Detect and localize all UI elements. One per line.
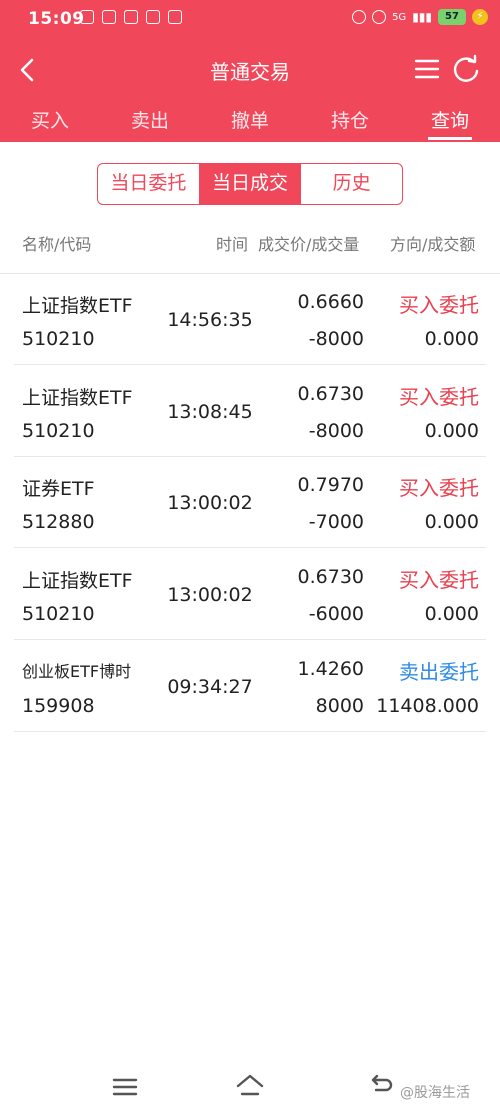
network-label: 5G [392, 11, 407, 23]
tab-cancel[interactable]: 撤单 [200, 106, 300, 133]
trade-direction: 卖出委托 [399, 660, 479, 684]
notification-icon [80, 10, 94, 24]
system-back-button[interactable] [368, 1073, 394, 1099]
battery-icon: 57 [438, 9, 466, 25]
stock-code: 510210 [22, 603, 95, 625]
table-row[interactable]: 上证指数ETF 510210 14:56:35 0.6660 -8000 买入委… [0, 273, 500, 365]
trade-quantity: -7000 [308, 511, 364, 533]
charging-icon: ⚡ [472, 9, 488, 25]
trade-amount: 0.000 [424, 511, 479, 533]
recent-apps-button[interactable] [112, 1076, 138, 1098]
trade-price: 1.4260 [297, 658, 364, 680]
trade-direction: 买入委托 [399, 568, 479, 592]
menu-button[interactable] [412, 54, 442, 84]
status-right: 5G ▮▮▮ 57 ⚡ [352, 9, 488, 25]
nav-bar: 普通交易 [0, 48, 500, 92]
mute-icon [372, 10, 387, 24]
trade-price: 0.6730 [297, 566, 364, 588]
trade-price: 0.6730 [297, 383, 364, 405]
query-segment-control: 当日委托 当日成交 历史 [97, 163, 403, 205]
trade-quantity: -6000 [308, 603, 364, 625]
home-button[interactable] [235, 1072, 265, 1100]
status-time: 15:09 [28, 9, 85, 29]
tab-sell[interactable]: 卖出 [100, 106, 200, 133]
trade-price: 0.6660 [297, 291, 364, 313]
trade-direction: 买入委托 [399, 476, 479, 500]
segment-today-orders[interactable]: 当日委托 [98, 164, 200, 204]
notification-icon [168, 10, 182, 24]
table-row[interactable]: 创业板ETF博时 159908 09:34:27 1.4260 8000 卖出委… [0, 640, 500, 732]
trade-quantity: -8000 [308, 420, 364, 442]
stock-code: 159908 [22, 695, 95, 717]
notification-icon [146, 10, 160, 24]
notification-icons [80, 10, 182, 24]
hamburger-icon [414, 59, 440, 79]
trade-time: 14:56:35 [167, 309, 253, 331]
col-time: 时间 [216, 235, 249, 254]
trade-price: 0.7970 [297, 474, 364, 496]
stock-name: 上证指数ETF [22, 387, 133, 409]
segment-today-trades[interactable]: 当日成交 [199, 164, 302, 204]
refresh-icon [453, 54, 479, 82]
trade-time: 13:00:02 [167, 584, 253, 606]
col-price-qty: 成交价/成交量 [258, 235, 360, 254]
menu-icon [112, 1078, 138, 1096]
trade-amount: 0.000 [424, 328, 479, 350]
refresh-button[interactable] [450, 54, 482, 84]
tab-query[interactable]: 查询 [400, 106, 500, 133]
status-bar: 15:09 5G ▮▮▮ 57 ⚡ [0, 0, 500, 40]
alarm-icon [352, 10, 367, 24]
trade-direction: 买入委托 [399, 385, 479, 409]
notification-icon [124, 10, 138, 24]
stock-code: 510210 [22, 328, 95, 350]
stock-code: 512880 [22, 511, 95, 533]
table-row[interactable]: 上证指数ETF 510210 13:08:45 0.6730 -8000 买入委… [0, 365, 500, 457]
segment-history[interactable]: 历史 [301, 164, 402, 204]
active-tab-indicator [428, 137, 472, 140]
trade-time: 09:34:27 [167, 676, 253, 698]
stock-name: 上证指数ETF [22, 295, 133, 317]
trade-time: 13:00:02 [167, 492, 253, 514]
system-nav-bar: @股海生活 [0, 1062, 500, 1115]
trade-amount: 11408.000 [376, 695, 479, 717]
tab-positions[interactable]: 持仓 [300, 106, 400, 133]
trade-quantity: -8000 [308, 328, 364, 350]
col-direction-amount: 方向/成交额 [390, 235, 476, 254]
table-row[interactable]: 上证指数ETF 510210 13:00:02 0.6730 -6000 买入委… [0, 548, 500, 640]
table-row[interactable]: 证券ETF 512880 13:00:02 0.7970 -7000 买入委托 … [0, 456, 500, 548]
trade-amount: 0.000 [424, 420, 479, 442]
trade-direction: 买入委托 [399, 293, 479, 317]
return-icon [371, 1074, 393, 1092]
app-header: 15:09 5G ▮▮▮ 57 ⚡ 普通交易 买入 卖出 撤单 持仓 查询 [0, 0, 500, 142]
stock-name: 创业板ETF博时 [22, 662, 132, 681]
trade-amount: 0.000 [424, 603, 479, 625]
home-icon [236, 1074, 264, 1096]
trade-tabs: 买入 卖出 撤单 持仓 查询 [0, 104, 500, 142]
trade-quantity: 8000 [315, 695, 364, 717]
stock-name: 上证指数ETF [22, 570, 133, 592]
trade-time: 13:08:45 [167, 401, 253, 423]
notification-icon [102, 10, 116, 24]
signal-icon: ▮▮▮ [412, 10, 432, 24]
stock-code: 510210 [22, 420, 95, 442]
tab-buy[interactable]: 买入 [0, 106, 100, 133]
row-divider [14, 731, 486, 732]
stock-name: 证券ETF [22, 478, 95, 500]
col-name-code: 名称/代码 [22, 235, 92, 254]
watermark: @股海生活 [400, 1085, 470, 1101]
